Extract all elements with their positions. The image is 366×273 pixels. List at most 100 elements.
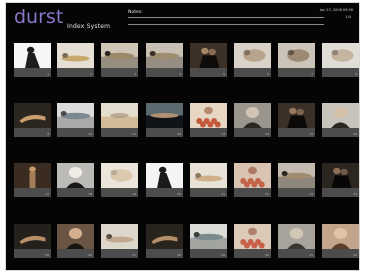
thumbnail-frame: 17 (14, 163, 51, 197)
photo-image (234, 103, 271, 128)
photo-thumbnail (278, 224, 315, 249)
photo-image (322, 163, 359, 188)
photo-thumbnail (146, 224, 183, 249)
thumbnail-frame: 7 (278, 43, 315, 77)
thumbnail-frame: 11 (101, 103, 138, 137)
photo-image (14, 103, 51, 128)
photo-image (101, 43, 138, 68)
frame-number: 30 (265, 253, 269, 257)
photo-thumbnail (146, 163, 183, 188)
photo-image (146, 103, 183, 128)
frame-number: 22 (265, 192, 269, 196)
photo-image (234, 163, 271, 188)
photo-image (322, 43, 359, 68)
photo-thumbnail (234, 43, 271, 68)
thumbnail-frame: 30 (234, 224, 271, 258)
notes-label: Notes: (128, 10, 143, 15)
frame-number: 26 (88, 253, 92, 257)
frame-number: 24 (353, 192, 357, 196)
thumbnail-frame: 27 (101, 224, 138, 258)
frame-number: 7 (311, 72, 313, 76)
thumbnail-frame: 28 (146, 224, 183, 258)
photo-image (101, 103, 138, 128)
frame-number: 25 (45, 253, 49, 257)
frame-number: 15 (309, 132, 313, 136)
photo-thumbnail (101, 163, 138, 188)
thumbnail-frame: 12 (146, 103, 183, 137)
photo-thumbnail (322, 103, 359, 128)
thumbnail-frame: 25 (14, 224, 51, 258)
frame-number: 19 (132, 192, 136, 196)
photo-image (14, 224, 51, 249)
photo-thumbnail (101, 224, 138, 249)
frame-number: 6 (267, 72, 269, 76)
frame-number: 9 (47, 132, 49, 136)
thumbnail-frame: 4 (146, 43, 183, 77)
thumbnail-frame: 10 (57, 103, 94, 137)
notes-line (128, 24, 324, 25)
photo-image (146, 163, 183, 188)
photo-image (101, 224, 138, 249)
thumbnail-frame: 18 (57, 163, 94, 197)
photo-thumbnail (234, 224, 271, 249)
photo-thumbnail (14, 224, 51, 249)
photo-thumbnail (146, 43, 183, 68)
photo-thumbnail (278, 103, 315, 128)
photo-thumbnail (322, 163, 359, 188)
date-stamp: Jan 23, 2006 09:58 (319, 8, 353, 12)
notes-line (128, 17, 324, 18)
frame-number: 20 (177, 192, 181, 196)
thumbnail-frame: 20 (146, 163, 183, 197)
photo-image (322, 103, 359, 128)
index-print-sheet: durst Index System Notes: Jan 23, 2006 0… (6, 3, 359, 270)
thumbnail-frame: 9 (14, 103, 51, 137)
frame-number: 2 (90, 72, 92, 76)
thumbnail-frame: 16 (322, 103, 359, 137)
photo-thumbnail (190, 224, 227, 249)
thumbnail-frame: 31 (278, 224, 315, 258)
thumbnail-frame: 2 (57, 43, 94, 77)
thumbnail-frame: 8 (322, 43, 359, 77)
photo-image (57, 103, 94, 128)
frame-number: 8 (355, 72, 357, 76)
thumbnail-frame: 22 (234, 163, 271, 197)
thumbnail-frame: 6 (234, 43, 271, 77)
thumbnail-frame: 14 (234, 103, 271, 137)
photo-thumbnail (14, 103, 51, 128)
photo-thumbnail (57, 224, 94, 249)
photo-thumbnail (278, 163, 315, 188)
frame-number: 27 (132, 253, 136, 257)
photo-thumbnail (101, 103, 138, 128)
frame-number: 23 (309, 192, 313, 196)
photo-image (14, 163, 51, 188)
frame-number: 32 (353, 253, 357, 257)
photo-thumbnail (101, 43, 138, 68)
photo-image (190, 163, 227, 188)
frame-number: 14 (265, 132, 269, 136)
photo-image (234, 43, 271, 68)
photo-image (57, 163, 94, 188)
durst-logo: durst (14, 6, 64, 28)
photo-image (190, 43, 227, 68)
photo-image (234, 224, 271, 249)
frame-number: 18 (88, 192, 92, 196)
thumbnail-frame: 23 (278, 163, 315, 197)
frame-number: 3 (134, 72, 136, 76)
thumbnail-frame: 32 (322, 224, 359, 258)
photo-thumbnail (190, 163, 227, 188)
thumbnail-frame: 5 (190, 43, 227, 77)
photo-image (146, 224, 183, 249)
thumbnail-frame: 26 (57, 224, 94, 258)
photo-thumbnail (146, 103, 183, 128)
photo-thumbnail (57, 163, 94, 188)
photo-image (101, 163, 138, 188)
frame-number: 13 (221, 132, 225, 136)
photo-thumbnail (278, 43, 315, 68)
frame-number: 1 (47, 72, 49, 76)
photo-image (57, 43, 94, 68)
photo-image (190, 103, 227, 128)
thumbnail-frame: 24 (322, 163, 359, 197)
frame-number: 31 (309, 253, 313, 257)
thumbnail-frame: 1 (14, 43, 51, 77)
photo-image (278, 224, 315, 249)
